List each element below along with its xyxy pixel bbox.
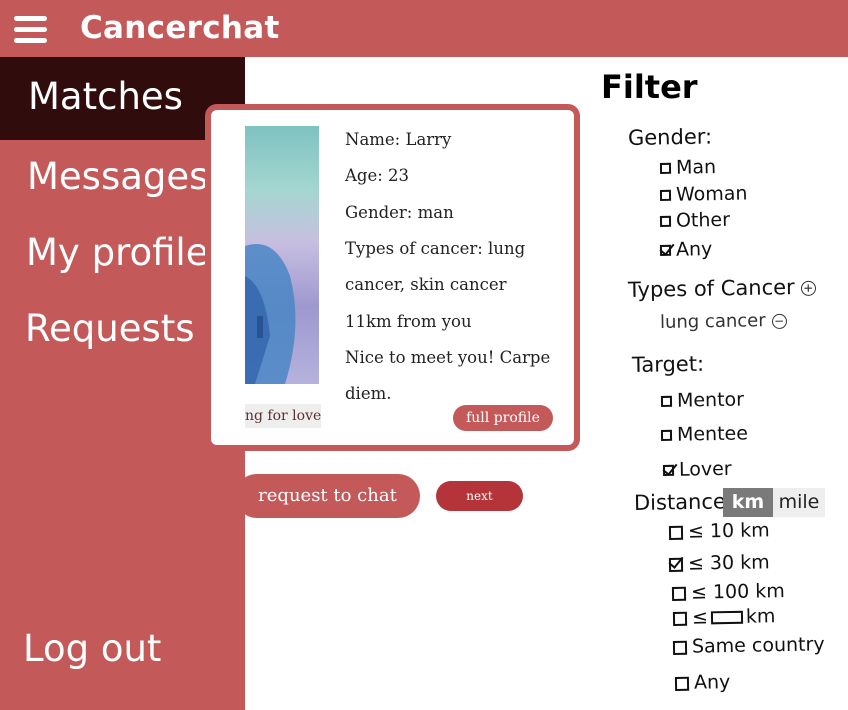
logout-label: Log out [23, 627, 162, 670]
target-option-mentor[interactable]: Mentor [660, 389, 744, 412]
checkbox-checked-icon [662, 464, 675, 476]
gender-option-woman[interactable]: Woman [659, 182, 748, 206]
gender-option-man[interactable]: Man [659, 156, 716, 179]
profile-distance: 11km from you [345, 312, 472, 331]
remove-circle-icon[interactable]: − [771, 313, 787, 329]
target-option-mentee[interactable]: Mentee [660, 422, 748, 446]
distance-option-any[interactable]: Any [674, 671, 730, 694]
profile-cancer-types: Types of cancer: lung [345, 239, 526, 258]
selected-cancer-type: lung cancer − [660, 310, 787, 333]
profile-name: Name: Larry [345, 130, 452, 149]
target-option-lover[interactable]: Lover [662, 458, 732, 481]
checkbox-icon [672, 611, 688, 626]
gender-option-other[interactable]: Other [659, 209, 730, 232]
nav-item-label: Requests [25, 307, 195, 350]
full-profile-button[interactable]: full profile [453, 405, 553, 431]
checkbox-icon [659, 215, 672, 227]
photo-caption: ng for love [245, 404, 321, 428]
checkbox-icon [659, 162, 672, 174]
checkbox-checked-icon [659, 244, 672, 256]
app-title: Cancerchat [80, 10, 280, 46]
nav-item-label: Matches [28, 75, 183, 118]
filter-title: Filter [601, 68, 698, 106]
checkbox-icon [659, 189, 672, 201]
unit-km-toggle[interactable]: km [723, 488, 773, 517]
logout-button[interactable]: Log out [0, 627, 245, 677]
checkbox-icon [674, 676, 690, 691]
distance-option-30km[interactable]: ≤ 30 km [668, 551, 770, 575]
profile-cancer-types-cont: cancer, skin cancer [345, 275, 507, 294]
distance-option-custom[interactable]: ≤ km [672, 605, 776, 629]
cancer-types-label: Types of Cancer + [628, 275, 816, 302]
profile-photo[interactable] [245, 126, 319, 384]
checkbox-icon [660, 395, 673, 407]
add-circle-icon[interactable]: + [800, 280, 816, 296]
checkbox-icon [671, 586, 687, 601]
distance-option-same-country[interactable]: Same country [672, 633, 825, 658]
nav-item-label: Messages [27, 155, 209, 198]
gender-label: Gender: [627, 124, 713, 150]
unit-mile-toggle[interactable]: mile [773, 488, 825, 517]
nav-item-label: My profile [26, 231, 209, 274]
profile-bio: Nice to meet you! Carpe [345, 348, 551, 367]
checkbox-checked-icon [668, 557, 684, 572]
distance-label: Distance [633, 489, 727, 515]
distance-option-100km[interactable]: ≤ 100 km [671, 580, 785, 604]
gender-option-any[interactable]: Any [659, 238, 712, 261]
checkbox-icon [672, 640, 688, 655]
top-app-bar: Cancerchat [0, 0, 848, 57]
checkbox-icon [660, 429, 673, 441]
profile-bio-cont: diem. [345, 384, 392, 403]
profile-gender: Gender: man [345, 203, 454, 222]
profile-age: Age: 23 [345, 166, 410, 185]
next-button[interactable]: next [436, 481, 523, 511]
custom-distance-input[interactable] [710, 610, 744, 625]
hamburger-menu-icon[interactable] [14, 16, 48, 44]
checkbox-icon [668, 525, 684, 540]
request-to-chat-button[interactable]: request to chat [235, 474, 420, 518]
distance-option-10km[interactable]: ≤ 10 km [668, 519, 770, 543]
target-label: Target: [631, 351, 705, 377]
